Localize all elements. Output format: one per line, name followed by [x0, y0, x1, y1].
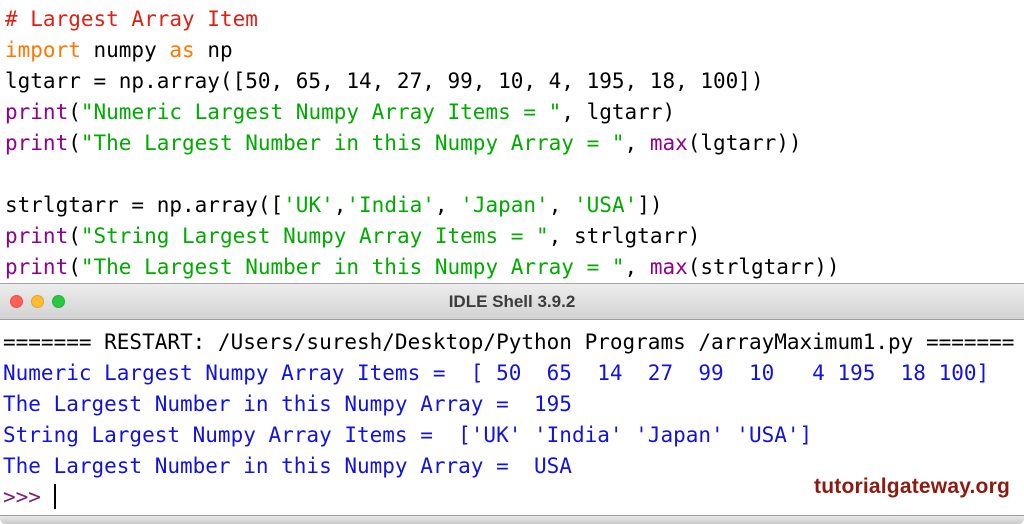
code-token: import	[5, 38, 81, 62]
code-line: import numpy as np	[5, 35, 1024, 66]
window-controls	[10, 284, 65, 319]
code-token: print	[5, 100, 69, 124]
code-line: The Largest Number in this Numpy Array =…	[3, 389, 1024, 420]
code-token: , strlgtarr)	[548, 224, 701, 248]
zoom-button[interactable]	[52, 295, 65, 308]
code-token: The Largest Number in this Numpy Array =…	[3, 392, 572, 416]
code-line: strlgtarr = np.array(['UK','India', 'Jap…	[5, 190, 1024, 221]
code-token: >>>	[3, 485, 54, 509]
code-token: strlgtarr = np.array([	[5, 193, 284, 217]
code-token: ,	[548, 193, 575, 217]
code-token: Numeric Largest Numpy Array Items = [ 50…	[3, 361, 990, 385]
code-line: ======= RESTART: /Users/suresh/Desktop/P…	[3, 327, 1024, 358]
code-token: String Largest Numpy Array Items = ['UK'…	[3, 423, 813, 447]
code-line: print("String Largest Numpy Array Items …	[5, 221, 1024, 252]
close-button[interactable]	[10, 295, 23, 308]
code-token: ,	[434, 193, 461, 217]
watermark: tutorialgateway.org	[814, 475, 1010, 498]
shell-window[interactable]: ======= RESTART: /Users/suresh/Desktop/P…	[0, 320, 1024, 515]
code-editor[interactable]: # Largest Array Item import numpy as np lg…	[0, 0, 1024, 283]
code-line: # Largest Array Item	[5, 4, 1024, 35]
code-token: max	[649, 131, 688, 155]
code-token: (	[68, 100, 81, 124]
code-line: String Largest Numpy Array Items = ['UK'…	[3, 420, 1024, 451]
code-token: (lgtarr))	[687, 131, 802, 155]
window-bottom-edge	[0, 515, 1024, 524]
code-token: The Largest Number in this Numpy Array =…	[3, 454, 572, 478]
code-token: "String Largest Numpy Array Items = "	[80, 224, 549, 248]
code-line: lgtarr = np.array([50, 65, 14, 27, 99, 1…	[5, 66, 1024, 97]
code-token: (	[68, 224, 81, 248]
code-token: lgtarr = np.array([50, 65, 14, 27, 99, 1…	[5, 69, 764, 93]
code-token: as	[169, 38, 195, 62]
code-token: ,	[624, 131, 650, 155]
code-token: 'USA'	[574, 193, 638, 217]
code-token: ])	[637, 193, 663, 217]
code-token: (strlgtarr))	[687, 255, 840, 279]
editor-code: # Largest Array Item import numpy as np lg…	[5, 4, 1024, 283]
code-token: 'India'	[346, 193, 435, 217]
code-token: print	[5, 224, 69, 248]
shell-titlebar[interactable]: IDLE Shell 3.9.2	[0, 283, 1024, 320]
window-title: IDLE Shell 3.9.2	[448, 291, 576, 311]
code-token: # Largest Array Item	[5, 7, 258, 31]
code-token: print	[5, 131, 69, 155]
screen: # Largest Array Item import numpy as np lg…	[0, 0, 1024, 524]
code-token: , lgtarr)	[561, 100, 676, 124]
code-token: "Numeric Largest Numpy Array Items = "	[80, 100, 562, 124]
minimize-button[interactable]	[31, 295, 44, 308]
code-token: "The Largest Number in this Numpy Array …	[80, 255, 625, 279]
code-line: print("Numeric Largest Numpy Array Items…	[5, 97, 1024, 128]
code-line: Numeric Largest Numpy Array Items = [ 50…	[3, 358, 1024, 389]
code-token: np	[194, 38, 233, 62]
code-line: print("The Largest Number in this Numpy …	[5, 252, 1024, 283]
code-token: ======= RESTART: /Users/suresh/Desktop/P…	[3, 330, 1015, 354]
code-token: 'UK'	[283, 193, 334, 217]
code-token: print	[5, 255, 69, 279]
code-token: "The Largest Number in this Numpy Array …	[80, 131, 625, 155]
code-token: (	[68, 255, 81, 279]
code-token: 'Japan'	[460, 193, 549, 217]
code-token: max	[649, 255, 688, 279]
code-token: ,	[624, 255, 650, 279]
code-token: numpy	[80, 38, 170, 62]
code-token: ,	[333, 193, 347, 217]
code-token: (	[68, 131, 81, 155]
code-line: print("The Largest Number in this Numpy …	[5, 128, 1024, 159]
text-cursor	[53, 484, 56, 509]
